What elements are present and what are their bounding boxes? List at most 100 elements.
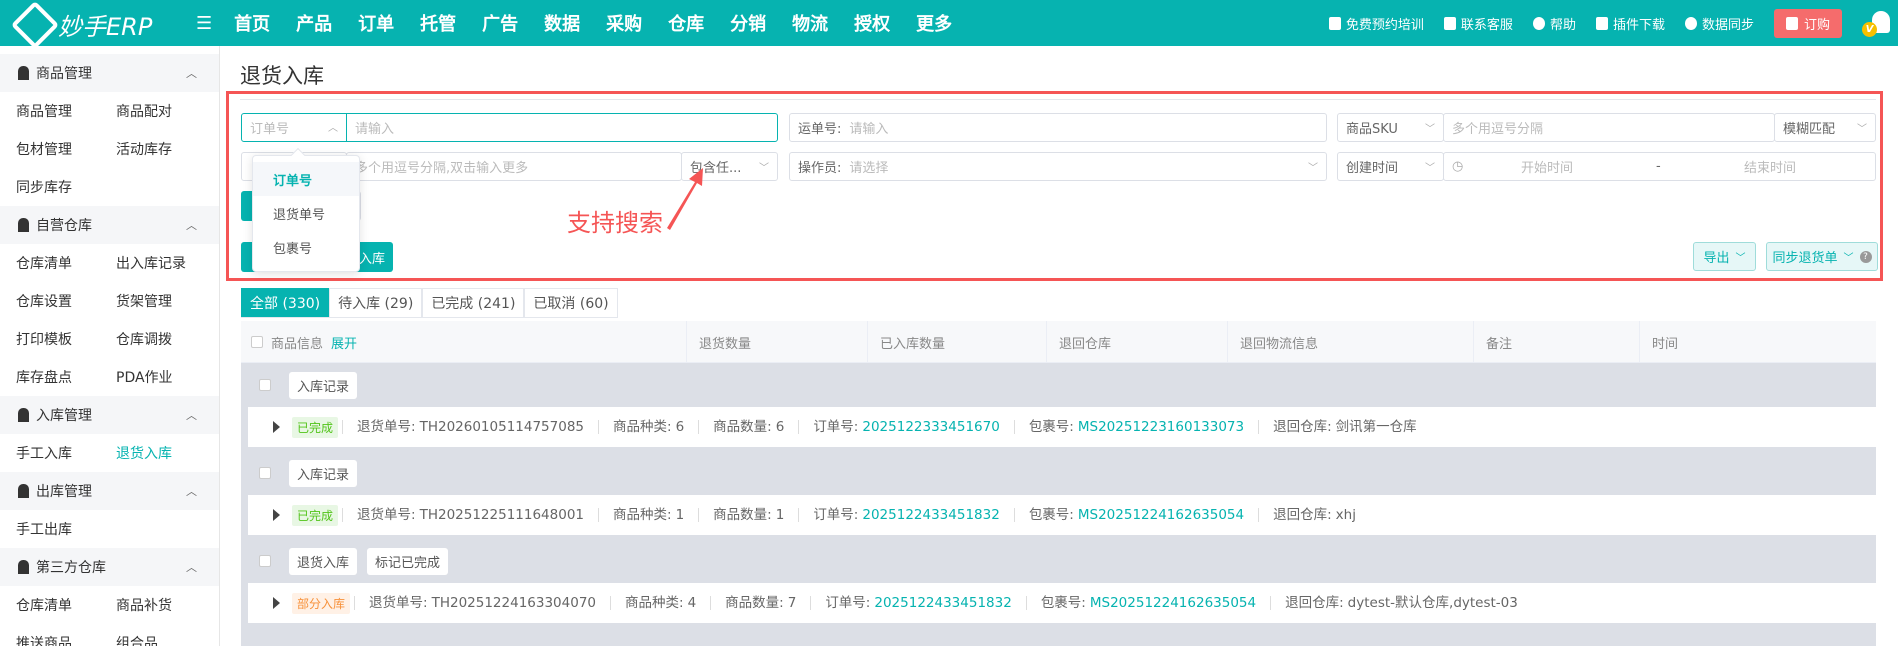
sidebar-item[interactable]: 手工入库 [16, 443, 116, 463]
order-label: 订购 [1803, 17, 1830, 33]
dropdown-option[interactable]: 订单号 [253, 162, 359, 196]
training-label: 免费预约培训 [1345, 17, 1424, 33]
group-action-button[interactable]: 退货入库 [289, 547, 358, 575]
table-row[interactable]: 已完成 退货单号: TH20260105114757085 商品种类: 6 商品数量: 6 订… [248, 407, 1876, 447]
nav-item[interactable]: 采购 [606, 10, 668, 36]
sidebar-section[interactable]: 商品管理 ︿ [0, 54, 219, 92]
sidebar-section[interactable]: 出库管理 ︿ [0, 472, 219, 510]
chevron-up-icon: ︿ [186, 219, 197, 232]
column-header: 商品信息 展开 [241, 321, 357, 363]
nav-item[interactable]: 授权 [854, 10, 916, 36]
sidebar-item[interactable]: 仓库调拨 [116, 329, 216, 349]
expand-triangle-icon[interactable] [273, 597, 280, 609]
nav-item[interactable]: 更多 [916, 10, 978, 36]
top-header: 妙手ERP ☰ 首页 产品 订单 托管 广告 数据 采购 仓库 分销 物流 授权 更多 免费预约培训 联… [0, 0, 1898, 49]
nav-item[interactable]: 产品 [296, 10, 358, 36]
sidebar-item[interactable]: 活动库存 [116, 139, 216, 159]
nav-item[interactable]: 物流 [792, 10, 854, 36]
sidebar-item[interactable]: 推送商品 [16, 633, 116, 646]
sidebar-item[interactable]: 出入库记录 [116, 253, 216, 273]
tab[interactable]: 全部 (330) [241, 288, 330, 317]
sync-link[interactable]: 数据同步 [1684, 14, 1754, 33]
field-value[interactable]: 2025122333451670 [862, 419, 999, 435]
sidebar-item[interactable]: PDA作业 [116, 367, 216, 387]
tab[interactable]: 待入库 (29) [329, 288, 423, 317]
field-value[interactable]: MS20251223160133073 [1078, 419, 1244, 435]
nav-item[interactable]: 托管 [420, 10, 482, 36]
plugin-link[interactable]: 插件下载 [1595, 14, 1665, 33]
expand-triangle-icon[interactable] [273, 421, 280, 433]
order-button[interactable]: 订购 [1773, 8, 1842, 38]
sidebar-row: 仓库设置 货架管理 [0, 282, 219, 320]
sidebar-item[interactable]: 包材管理 [16, 139, 116, 159]
sidebar-section[interactable]: 自营仓库 ︿ [0, 206, 219, 244]
field-value[interactable]: MS20251224162635054 [1078, 507, 1244, 523]
nav-item[interactable]: 分销 [730, 10, 792, 36]
group-checkbox[interactable] [259, 555, 271, 567]
nav-item[interactable]: 广告 [482, 10, 544, 36]
vip-badge: V [1862, 22, 1877, 37]
dropdown-option[interactable]: 包裹号 [253, 230, 359, 264]
select-all-checkbox[interactable] [251, 336, 263, 348]
sync-label: 数据同步 [1701, 17, 1754, 33]
table-row[interactable]: 部分入库 退货单号: TH20251224163304070 商品种类: 4 商品数量: 7… [248, 583, 1876, 623]
nav-item[interactable]: 仓库 [668, 10, 730, 36]
field-value: 1 [775, 507, 785, 523]
group-action-button[interactable]: 入库记录 [289, 459, 358, 487]
sidebar-item[interactable]: 库存盘点 [16, 367, 116, 387]
group-action-button[interactable]: 标记已完成 [367, 547, 449, 575]
sidebar-item[interactable]: 同步库存 [16, 177, 116, 197]
sidebar-item[interactable]: 商品管理 [16, 101, 116, 121]
table-row[interactable]: 已完成 退货单号: TH20251225111648001 商品种类: 1 商品数量: 1 订… [248, 495, 1876, 535]
row-field: 商品数量: 6 [698, 420, 798, 434]
sync-icon [1684, 16, 1697, 30]
row-field: 商品数量: 1 [698, 508, 798, 522]
sidebar-row: 同步库存 [0, 168, 219, 206]
row-field: 包裹号: MS20251223160133073 [1013, 419, 1258, 435]
group-checkbox[interactable] [259, 467, 271, 479]
column-header-label: 退回仓库 [1059, 336, 1112, 352]
help-link[interactable]: 帮助 [1532, 14, 1576, 33]
sidebar-item[interactable]: 打印模板 [16, 329, 116, 349]
field-label: 退货单号: [357, 507, 416, 523]
tab[interactable]: 已完成 (241) [422, 288, 525, 317]
column-header-label: 商品信息 [271, 336, 324, 352]
sidebar-item[interactable]: 组合品 [116, 633, 216, 646]
logo[interactable]: 妙手ERP [10, 0, 152, 49]
avatar[interactable]: V [1862, 9, 1890, 37]
expand-link[interactable]: 展开 [331, 333, 357, 352]
menu-icon[interactable]: ☰ [196, 13, 212, 34]
group-actions: 退货入库 标记已完成 [241, 539, 1876, 583]
section-icon [18, 560, 29, 574]
nav-item[interactable]: 数据 [544, 10, 606, 36]
expand-triangle-icon[interactable] [273, 509, 280, 521]
group-checkbox[interactable] [259, 379, 271, 391]
tab[interactable]: 已取消 (60) [524, 288, 618, 317]
service-link[interactable]: 联系客服 [1443, 14, 1513, 33]
field-value[interactable]: MS20251224162635054 [1090, 595, 1256, 611]
sidebar-item[interactable]: 仓库清单 [16, 253, 116, 273]
row-field: 商品数量: 7 [710, 596, 810, 610]
sidebar-item[interactable]: 仓库清单 [16, 595, 116, 615]
chat-icon [1443, 16, 1456, 30]
field-value[interactable]: 2025122433451832 [862, 507, 999, 523]
dropdown-option[interactable]: 退货单号 [253, 196, 359, 230]
field-label: 包裹号: [1028, 419, 1074, 435]
sidebar-item[interactable]: 货架管理 [116, 291, 216, 311]
field-value[interactable]: 2025122433451832 [874, 595, 1011, 611]
group-action-button[interactable]: 入库记录 [289, 371, 358, 399]
sidebar-item[interactable]: 商品配对 [116, 101, 216, 121]
sidebar-item[interactable]: 商品补货 [116, 595, 216, 615]
nav-item[interactable]: 订单 [358, 10, 420, 36]
sidebar-item[interactable]: 手工出库 [16, 519, 116, 539]
sidebar-item[interactable]: 仓库设置 [16, 291, 116, 311]
sidebar-section[interactable]: 第三方仓库 ︿ [0, 548, 219, 586]
field-value: 1 [675, 507, 685, 523]
nav-item[interactable]: 首页 [234, 10, 296, 36]
field-label: 退回仓库: [1273, 507, 1332, 523]
field-value: xhj [1335, 507, 1356, 523]
sidebar-item[interactable]: 退货入库 [116, 443, 216, 463]
sidebar-section[interactable]: 入库管理 ︿ [0, 396, 219, 434]
training-link[interactable]: 免费预约培训 [1328, 14, 1424, 33]
field-value: 6 [775, 419, 785, 435]
